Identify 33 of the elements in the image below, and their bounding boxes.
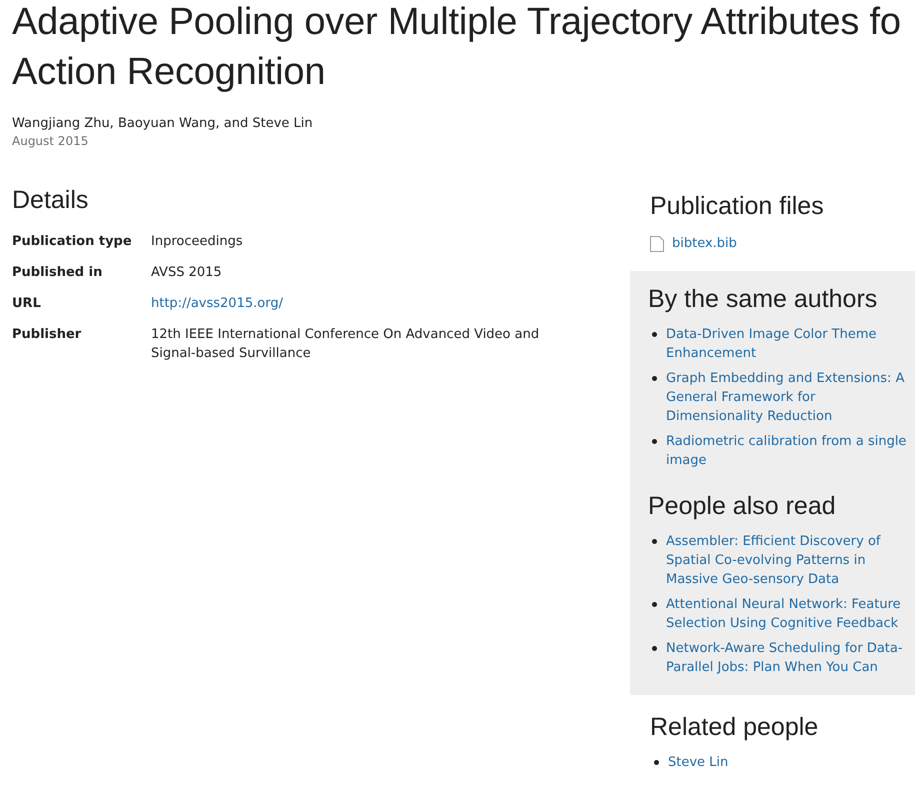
bullet-icon [654, 760, 659, 765]
bullet-icon [652, 376, 657, 381]
article-link[interactable]: Radiometric calibration from a single image [666, 432, 915, 470]
detail-value: 12th IEEE International Conference On Advanced Video and Signal-based Survillance [151, 326, 540, 363]
detail-label: Published in [12, 264, 104, 282]
bullet-icon [652, 332, 657, 337]
url-link[interactable]: http://avss2015.org/ [151, 296, 283, 311]
article-link[interactable]: Data-Driven Image Color Theme Enhancement [666, 325, 915, 363]
detail-value: Inproceedings [151, 233, 244, 251]
section-heading: By the same authors [648, 284, 878, 315]
section-heading: Related people [650, 712, 820, 743]
authors: Wangjiang Zhu, Baoyuan Wang, and Steve Lin [12, 116, 314, 131]
publication-date: August 2015 [12, 134, 90, 148]
bullet-icon [652, 602, 657, 607]
page-title: Adaptive Pooling over Multiple Trajectory Attributes fo [12, 0, 902, 45]
section-heading: People also read [648, 491, 837, 522]
detail-label: Publisher [12, 326, 82, 344]
bullet-icon [652, 646, 657, 651]
article-link[interactable]: Assembler: Efficient Discovery of Spatial Co-evolving Patterns in Massive Geo-sensory Data [666, 532, 915, 589]
article-link[interactable]: Steve Lin [668, 753, 728, 772]
file-icon [650, 236, 664, 252]
file-link[interactable]: bibtex.bib [672, 234, 737, 253]
detail-value: AVSS 2015 [151, 264, 223, 282]
bullet-icon [652, 539, 657, 544]
page-title: Action Recognition [12, 50, 326, 95]
detail-label: URL [12, 295, 42, 313]
detail-label: Publication type [12, 233, 133, 251]
section-heading: Details [12, 185, 90, 216]
article-link[interactable]: Attentional Neural Network: Feature Selection Using Cognitive Feedback [666, 595, 915, 633]
bullet-icon [652, 439, 657, 444]
section-heading: Publication files [650, 191, 825, 222]
article-link[interactable]: Graph Embedding and Extensions: A General Framework for Dimensionality Reduction [666, 369, 915, 426]
article-link[interactable]: Network-Aware Scheduling for Data-Parallel Jobs: Plan When You Can [666, 639, 915, 677]
